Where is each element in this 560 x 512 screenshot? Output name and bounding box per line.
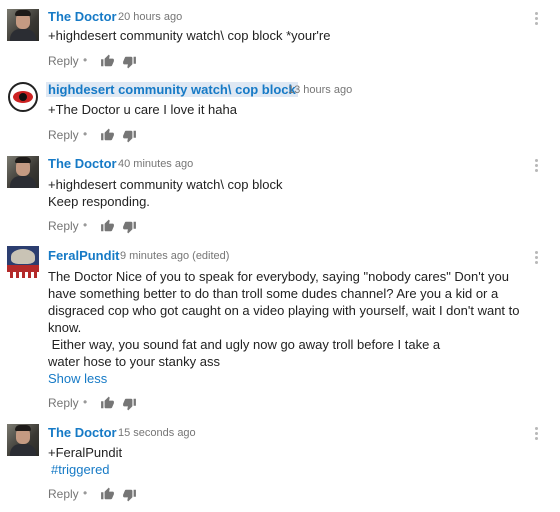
- separator-dot: •: [83, 486, 88, 500]
- separator-dot: •: [83, 218, 88, 232]
- comment-text-line-2: Keep responding.: [48, 194, 150, 209]
- comment-time[interactable]: 20 hours ago: [118, 11, 182, 23]
- thumbs-down-icon[interactable]: [122, 397, 137, 411]
- comment-time[interactable]: 9 minutes ago (edited): [120, 250, 229, 262]
- reply-button[interactable]: Reply: [48, 54, 79, 68]
- comment-text-line-1: +highdesert community watch\ cop block: [48, 177, 283, 192]
- comment-author[interactable]: The Doctor: [48, 9, 117, 24]
- comment-text-line-3: disgraced cop who got caught on a video …: [48, 303, 520, 318]
- reply-button[interactable]: Reply: [48, 128, 79, 142]
- more-vertical-icon[interactable]: [534, 251, 540, 265]
- reply-button[interactable]: Reply: [48, 396, 79, 410]
- comment-text-line-2: have something better to do than troll s…: [48, 286, 499, 301]
- more-vertical-icon[interactable]: [534, 427, 540, 441]
- thumbs-down-icon[interactable]: [122, 55, 137, 69]
- reply-button[interactable]: Reply: [48, 487, 79, 501]
- reply-button[interactable]: Reply: [48, 219, 79, 233]
- avatar[interactable]: [7, 156, 39, 188]
- thumbs-down-icon[interactable]: [122, 220, 137, 234]
- avatar[interactable]: [7, 246, 39, 278]
- more-vertical-icon[interactable]: [534, 12, 540, 26]
- thumbs-up-icon[interactable]: [100, 54, 115, 68]
- thumbs-up-icon[interactable]: [100, 128, 115, 142]
- more-vertical-icon[interactable]: [534, 159, 540, 173]
- avatar[interactable]: [7, 424, 39, 456]
- hashtag-link[interactable]: #triggered: [51, 462, 110, 477]
- thumbs-up-icon[interactable]: [100, 487, 115, 501]
- separator-dot: •: [83, 53, 88, 67]
- comment-text-line-6: water hose to your stanky ass: [48, 354, 220, 369]
- comment-author[interactable]: The Doctor: [48, 425, 117, 440]
- comment-author[interactable]: The Doctor: [48, 156, 117, 171]
- comment-text: +The Doctor u care I love it haha: [48, 102, 237, 117]
- separator-dot: •: [83, 395, 88, 409]
- comment-time[interactable]: 40 minutes ago: [118, 158, 193, 170]
- thumbs-up-icon[interactable]: [100, 396, 115, 410]
- show-less-link[interactable]: Show less: [48, 371, 107, 386]
- comment-time[interactable]: 15 seconds ago: [118, 427, 196, 439]
- thumbs-down-icon[interactable]: [122, 129, 137, 143]
- comment-text-line-5: Either way, you sound fat and ugly now g…: [48, 337, 441, 352]
- comment-time[interactable]: 13 hours ago: [288, 84, 352, 96]
- comment-text: +FeralPundit: [48, 445, 123, 460]
- comment-text-line-4: know.: [48, 320, 82, 335]
- comment-author[interactable]: highdesert community watch\ cop block: [46, 82, 298, 97]
- avatar[interactable]: [7, 81, 39, 113]
- comment-text-line-1: The Doctor Nice of you to speak for ever…: [48, 269, 509, 284]
- thumbs-up-icon[interactable]: [100, 219, 115, 233]
- thumbs-down-icon[interactable]: [122, 488, 137, 502]
- avatar[interactable]: [7, 9, 39, 41]
- separator-dot: •: [83, 127, 88, 141]
- comment-author[interactable]: FeralPundit: [48, 248, 120, 263]
- comment-text: +highdesert community watch\ cop block *…: [48, 28, 331, 43]
